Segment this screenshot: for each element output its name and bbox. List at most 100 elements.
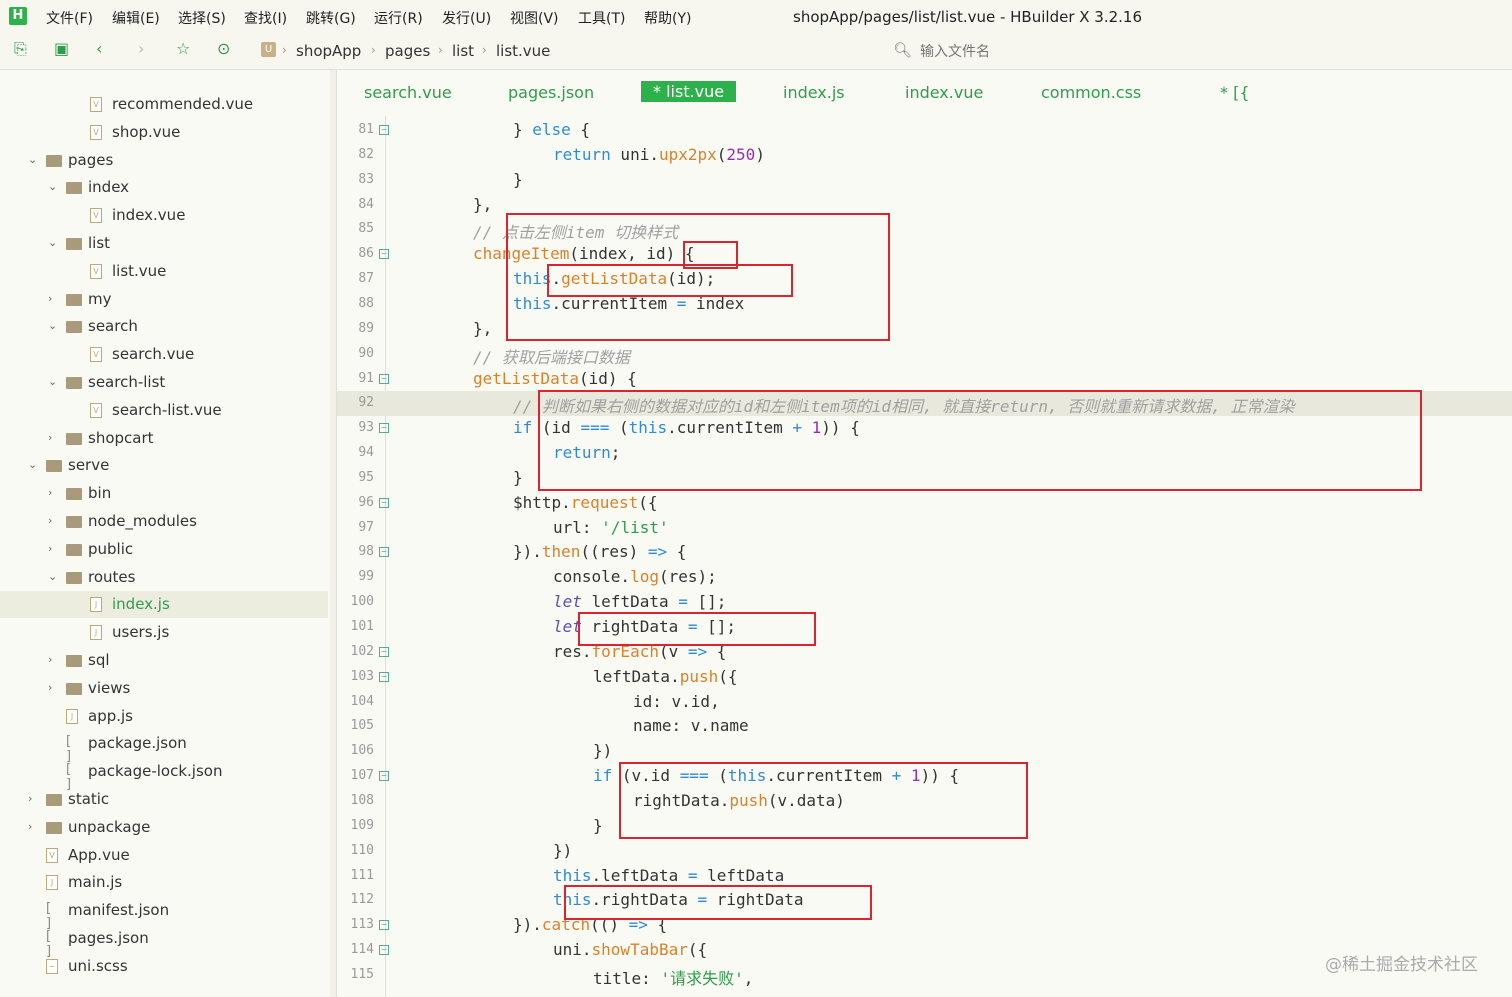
tree-item[interactable]: Jusers.js xyxy=(0,619,328,646)
tree-item[interactable]: Vindex.vue xyxy=(0,202,328,229)
chevron-right-icon[interactable]: › xyxy=(28,792,32,805)
code-line[interactable]: 113−}).catch(() => { xyxy=(337,913,1512,938)
code-line[interactable]: 106}) xyxy=(337,739,1512,764)
tree-item[interactable]: Japp.js xyxy=(0,703,328,730)
tree-item[interactable]: ⌄ list xyxy=(0,230,328,257)
tab-index-vue[interactable]: index.vue xyxy=(905,83,983,102)
tree-item[interactable]: Vrecommended.vue xyxy=(0,91,328,118)
tree-item[interactable]: ⌄ search xyxy=(0,313,328,340)
chevron-down-icon[interactable]: ⌄ xyxy=(48,570,57,583)
chevron-down-icon[interactable]: ⌄ xyxy=(28,153,37,166)
fold-toggle-icon[interactable]: − xyxy=(379,945,389,956)
menu-run[interactable]: 运行(R) xyxy=(374,8,423,28)
fold-toggle-icon[interactable]: − xyxy=(379,771,389,782)
menu-tools[interactable]: 工具(T) xyxy=(578,8,625,28)
tab-unsaved[interactable]: * [{ xyxy=(1220,83,1250,102)
tree-item[interactable]: [ ] manifest.json xyxy=(0,897,328,931)
chevron-right-icon[interactable]: › xyxy=(48,653,52,666)
menu-select[interactable]: 选择(S) xyxy=(178,8,226,28)
code-line[interactable]: 112 this.rightData = rightData xyxy=(337,888,1512,913)
menu-help[interactable]: 帮助(Y) xyxy=(644,8,691,28)
tree-item[interactable]: › my xyxy=(0,286,328,313)
tab-index-js[interactable]: index.js xyxy=(783,83,845,102)
tree-item[interactable]: ⌄ serve xyxy=(0,452,328,479)
tree-item[interactable]: [ ] package.json xyxy=(0,730,328,764)
tree-item[interactable]: [ ] package-lock.json xyxy=(0,758,328,792)
save-icon[interactable]: ▣ xyxy=(54,39,69,58)
chevron-right-icon[interactable]: › xyxy=(48,542,52,555)
tree-item[interactable]: ⌄ pages xyxy=(0,147,328,174)
tree-item[interactable]: Jindex.js xyxy=(0,591,328,619)
code-line[interactable]: 81−} else { xyxy=(337,118,1512,143)
code-line[interactable]: 103− leftData.push({ xyxy=(337,665,1512,690)
code-line[interactable]: 102− res.forEach(v => { xyxy=(337,640,1512,665)
tree-item[interactable]: [ ] pages.json xyxy=(0,925,328,959)
tree-item[interactable]: Vsearch-list.vue xyxy=(0,397,328,424)
code-editor[interactable]: 81−} else {82 return uni.upx2px(250) 83} 84… xyxy=(337,116,1512,997)
new-file-icon[interactable]: ⎘ xyxy=(14,39,27,59)
fold-toggle-icon[interactable]: − xyxy=(379,125,389,135)
run-icon[interactable]: ⊙ xyxy=(217,39,230,58)
chevron-right-icon[interactable]: › xyxy=(48,681,52,694)
fold-toggle-icon[interactable]: − xyxy=(379,373,389,384)
menu-file[interactable]: 文件(F) xyxy=(46,8,93,28)
tree-item[interactable]: › shopcart xyxy=(0,425,328,452)
tree-item[interactable]: ~ uni.scss xyxy=(0,953,328,980)
tab-list-vue[interactable]: * list.vue xyxy=(641,81,737,102)
code-line[interactable]: 90 // 获取后端接口数据 xyxy=(337,342,1512,367)
tree-item[interactable]: Vlist.vue xyxy=(0,258,328,285)
tree-item[interactable]: ⌄ index xyxy=(0,174,328,201)
sidebar-scrollbar[interactable] xyxy=(330,70,336,997)
chevron-right-icon[interactable]: › xyxy=(48,431,52,444)
code-line[interactable]: 110}) xyxy=(337,839,1512,864)
tree-item[interactable]: Jmain.js xyxy=(0,869,328,896)
code-line[interactable]: 96− $http.request({ xyxy=(337,491,1512,516)
star-icon[interactable]: ☆ xyxy=(176,39,190,58)
file-search-input[interactable] xyxy=(918,40,1502,64)
code-line[interactable]: 101 let rightData = []; xyxy=(337,615,1512,640)
code-line[interactable]: 91− getListData(id) { xyxy=(337,367,1512,392)
tree-item[interactable]: › node_modules xyxy=(0,508,328,535)
menu-goto[interactable]: 跳转(G) xyxy=(306,8,356,28)
breadcrumb-list[interactable]: list xyxy=(452,42,474,60)
breadcrumb-file[interactable]: list.vue xyxy=(496,42,550,60)
tree-item[interactable]: › sql xyxy=(0,647,328,674)
code-line[interactable]: 97 url: '/list' xyxy=(337,516,1512,541)
code-line[interactable]: 105 name: v.name xyxy=(337,714,1512,739)
tree-item[interactable]: V App.vue xyxy=(0,842,328,869)
menu-find[interactable]: 查找(I) xyxy=(244,8,287,28)
breadcrumb-pages[interactable]: pages xyxy=(385,42,430,60)
chevron-right-icon[interactable]: › xyxy=(48,292,52,305)
fold-toggle-icon[interactable]: − xyxy=(379,920,389,931)
tree-item[interactable]: ⌄ routes xyxy=(0,564,328,591)
forward-icon[interactable]: › xyxy=(138,39,144,58)
tree-item[interactable]: › static xyxy=(0,786,328,813)
code-line[interactable]: 83} xyxy=(337,168,1512,193)
chevron-right-icon[interactable]: › xyxy=(48,486,52,499)
menu-view[interactable]: 视图(V) xyxy=(510,8,559,28)
tree-item[interactable]: › views xyxy=(0,675,328,702)
chevron-down-icon[interactable]: ⌄ xyxy=(48,375,57,388)
fold-toggle-icon[interactable]: − xyxy=(379,423,389,434)
code-line[interactable]: 111 this.leftData = leftData xyxy=(337,864,1512,889)
tree-item[interactable]: › public xyxy=(0,536,328,563)
tree-item[interactable]: › bin xyxy=(0,480,328,507)
menu-publish[interactable]: 发行(U) xyxy=(442,8,491,28)
tree-item[interactable]: Vsearch.vue xyxy=(0,341,328,368)
code-line[interactable]: 99 console.log(res); xyxy=(337,565,1512,590)
menu-edit[interactable]: 编辑(E) xyxy=(112,8,160,28)
code-line[interactable]: 100 let leftData = []; xyxy=(337,590,1512,615)
chevron-right-icon[interactable]: › xyxy=(48,514,52,527)
fold-toggle-icon[interactable]: − xyxy=(379,646,389,657)
chevron-down-icon[interactable]: ⌄ xyxy=(28,458,37,471)
tree-item[interactable]: Vshop.vue xyxy=(0,119,328,146)
tree-item[interactable]: › unpackage xyxy=(0,814,328,841)
tab-search-vue[interactable]: search.vue xyxy=(364,83,452,102)
back-icon[interactable]: ‹ xyxy=(96,39,102,58)
chevron-right-icon[interactable]: › xyxy=(28,820,32,833)
chevron-down-icon[interactable]: ⌄ xyxy=(48,236,57,249)
code-line[interactable]: 98−}).then((res) => { xyxy=(337,540,1512,565)
code-line[interactable]: 82 return uni.upx2px(250) xyxy=(337,143,1512,168)
chevron-down-icon[interactable]: ⌄ xyxy=(48,319,57,332)
tree-item[interactable]: ⌄ search-list xyxy=(0,369,328,396)
